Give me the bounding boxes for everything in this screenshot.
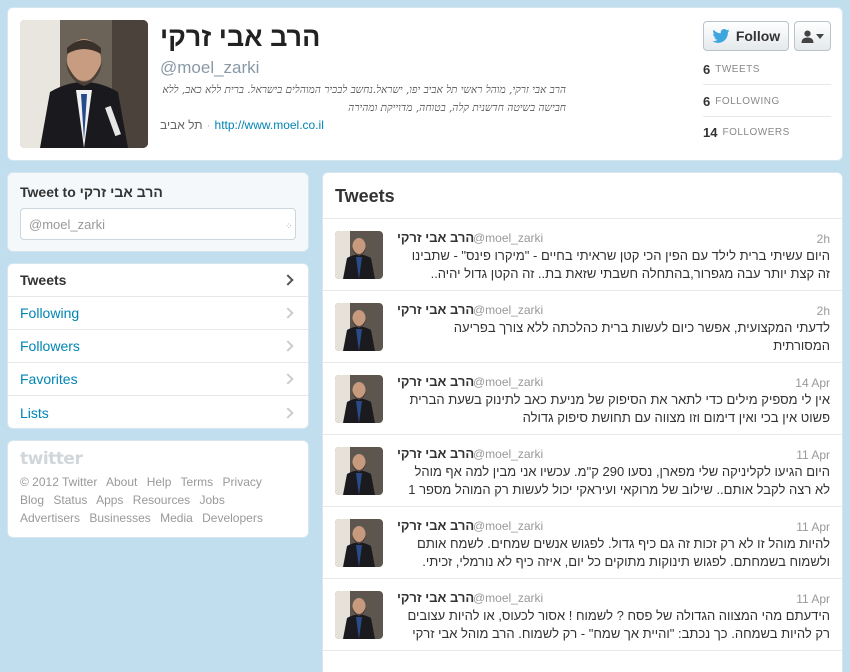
tweet-timestamp[interactable]: 2h [817, 232, 830, 246]
tweet-author-handle[interactable]: @moel_zarki [473, 591, 543, 605]
tweet-item[interactable]: הרב אבי זרקי @moel_zarki 11 Apr היום הגי… [323, 435, 842, 507]
tweet-author-handle[interactable]: @moel_zarki [473, 447, 543, 461]
timeline-title: Tweets [323, 173, 842, 219]
caret-down-icon [816, 33, 824, 39]
footer-link-about[interactable]: About [106, 475, 137, 489]
tweet-item[interactable]: הרב אבי זרקי @moel_zarki 2h לדעתי המקצוע… [323, 291, 842, 363]
tweet-avatar[interactable] [335, 447, 383, 495]
profile-location: תל אביב [160, 118, 203, 132]
stat-value: 6 [703, 62, 711, 77]
profile-url[interactable]: http://www.moel.co.il [215, 118, 324, 132]
footer-copyright: © 2012 Twitter [20, 475, 98, 489]
footer-link-status[interactable]: Status [53, 493, 87, 507]
tweet-timestamp[interactable]: 11 Apr [796, 520, 830, 534]
chevron-right-icon [282, 274, 294, 286]
tweet-to-box: Tweet to הרב אבי זרקי ⁘ [7, 172, 309, 252]
footer-link-blog[interactable]: Blog [20, 493, 44, 507]
stat-value: 14 [703, 124, 718, 140]
tweet-avatar[interactable] [335, 591, 383, 639]
footer-link-apps[interactable]: Apps [96, 493, 123, 507]
nav-item-lists[interactable]: Lists [8, 396, 308, 428]
footer-link-developers[interactable]: Developers [202, 511, 263, 525]
tweet-author-handle[interactable]: @moel_zarki [473, 375, 543, 389]
tweet-avatar[interactable] [335, 519, 383, 567]
footer-link-advertisers[interactable]: Advertisers [20, 511, 80, 525]
nav-item-tweets[interactable]: Tweets [8, 264, 308, 297]
footer-link-help[interactable]: Help [147, 475, 172, 489]
chevron-right-icon [282, 307, 294, 319]
tweet-timestamp[interactable]: 11 Apr [796, 592, 830, 606]
nav-item-followers[interactable]: Followers [8, 330, 308, 363]
twitter-bird-icon [712, 29, 730, 43]
tweet-text: הידעתם מהי המצווה הגדולה של פסח ? לשמוח … [407, 608, 831, 641]
stat-label: FOLLOWERS [722, 126, 790, 138]
tweet-avatar[interactable] [335, 303, 383, 351]
tweet-author-name[interactable]: הרב אבי זרקי [397, 518, 474, 533]
profile-header: הרב אבי זרקי @moel_zarki הרב אבי זרקי, מ… [7, 7, 843, 161]
tweet-to-title: Tweet to הרב אבי זרקי [20, 184, 163, 200]
nav-item-label: Following [20, 305, 80, 321]
profile-bio: הרב אבי זרקי, מוהל ראשי תל אביב יפו, ישר… [162, 84, 566, 114]
profile-handle: @moel_zarki [160, 58, 260, 77]
nav-item-label: Followers [20, 338, 80, 354]
nav-item-label: Favorites [20, 371, 78, 387]
chevron-right-icon [282, 406, 294, 419]
tweet-avatar[interactable] [335, 231, 383, 279]
twitter-logo: twitter [20, 449, 83, 469]
tweet-item[interactable]: הרב אבי זרקי @moel_zarki 11 Apr להיות מו… [323, 507, 842, 579]
user-icon [801, 30, 814, 43]
meta-separator: · [206, 118, 211, 132]
tweet-author-name[interactable]: הרב אבי זרקי [397, 302, 474, 317]
footer-link-resources[interactable]: Resources [133, 493, 190, 507]
tweet-author-name[interactable]: הרב אבי זרקי [397, 374, 474, 389]
tweet-item[interactable]: הרב אבי זרקי @moel_zarki 14 Apr אין לי מ… [323, 363, 842, 435]
stat-following[interactable]: 6 FOLLOWING [703, 87, 831, 117]
tweet-author-handle[interactable]: @moel_zarki [473, 303, 543, 317]
user-actions-button[interactable] [794, 21, 831, 51]
profile-nav: Tweets Following Followers Favorites Lis… [7, 263, 309, 429]
nav-item-label: Tweets [20, 272, 67, 288]
tweet-text: היום הגיעו לקליניקה שלי מפארן, נסעו 290 … [408, 464, 830, 497]
nav-item-favorites[interactable]: Favorites [8, 363, 308, 396]
tweet-item[interactable]: הרב אבי זרקי @moel_zarki 2h היום עשיתי ב… [323, 219, 842, 291]
tweet-avatar[interactable] [335, 375, 383, 423]
tweet-author-name[interactable]: הרב אבי זרקי [397, 446, 474, 461]
site-footer: twitter © 2012 Twitter About Help Terms … [7, 440, 309, 538]
tweet-text: להיות מוהל זו לא רק זכות זה גם כיף גדול.… [417, 536, 830, 569]
tweet-timestamp[interactable]: 2h [817, 304, 830, 318]
follow-button-label: Follow [735, 28, 781, 44]
tweet-item[interactable]: הרב אבי זרקי @moel_zarki 11 Apr הידעתם מ… [323, 579, 842, 651]
tweet-author-handle[interactable]: @moel_zarki [473, 519, 543, 533]
tweet-text: לדעתי המקצועית, אפשר כיום לעשות ברית כהל… [453, 320, 830, 353]
tweet-author-name[interactable]: הרב אבי זרקי [397, 230, 474, 245]
footer-link-jobs[interactable]: Jobs [199, 493, 224, 507]
tweet-author-name[interactable]: הרב אבי זרקי [397, 590, 474, 605]
tweet-timestamp[interactable]: 11 Apr [796, 448, 830, 462]
stat-label: FOLLOWING [715, 96, 780, 107]
nav-item-label: Lists [20, 404, 49, 421]
profile-name: הרב אבי זרקי [160, 22, 321, 52]
tweet-text: אין לי מספיק מילים כדי לתאר את הסיפוק של… [409, 392, 830, 425]
profile-avatar[interactable] [20, 20, 148, 148]
footer-link-terms[interactable]: Terms [181, 475, 214, 489]
resize-handle-icon[interactable]: ⁘ [285, 221, 302, 246]
footer-links: © 2012 Twitter About Help Terms Privacy … [20, 473, 290, 527]
tweet-text: היום עשיתי ברית לילד עם הפין הכי קטן שרא… [411, 248, 830, 281]
tweet-author-handle[interactable]: @moel_zarki [473, 231, 543, 245]
profile-meta: תל אביב · http://www.moel.co.il [160, 118, 324, 132]
footer-link-businesses[interactable]: Businesses [89, 511, 150, 525]
stat-label: TWEETS [715, 64, 760, 75]
chevron-right-icon [282, 373, 294, 385]
nav-item-following[interactable]: Following [8, 297, 308, 330]
chevron-right-icon [282, 340, 294, 352]
footer-link-media[interactable]: Media [160, 511, 193, 525]
tweet-timestamp[interactable]: 14 Apr [795, 376, 830, 390]
footer-link-privacy[interactable]: Privacy [223, 475, 262, 489]
follow-button[interactable]: Follow [703, 21, 789, 51]
tweet-compose-input[interactable] [20, 208, 296, 240]
stat-tweets[interactable]: 6 TWEETS [703, 55, 831, 85]
tweets-timeline: Tweets הרב אבי זרקי @moel_zarki 2h היום … [322, 172, 843, 672]
stat-value: 6 [703, 94, 711, 109]
stat-followers[interactable]: 14 FOLLOWERS [703, 117, 831, 147]
